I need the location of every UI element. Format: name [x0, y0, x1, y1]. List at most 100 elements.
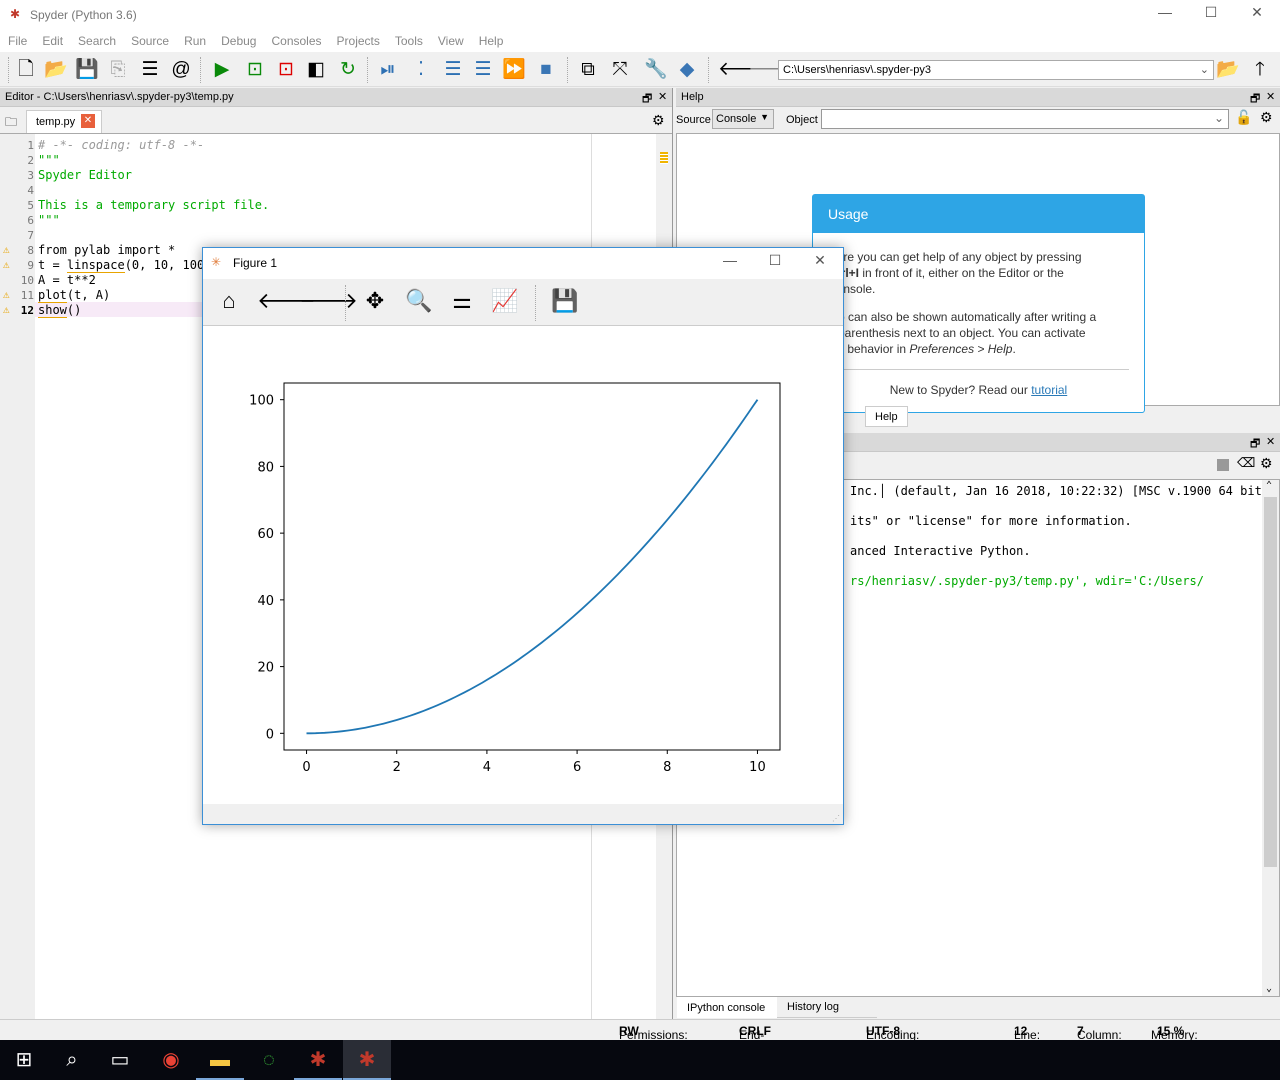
run-selection-icon[interactable]: ◧ — [303, 58, 329, 82]
save-all-icon[interactable]: ⎘ — [105, 58, 131, 82]
close-pane-icon[interactable]: ✕ — [1266, 90, 1275, 103]
eol-status: End-of-lines: CRLF — [739, 1024, 771, 1070]
gear-icon[interactable]: ⚙ — [1260, 455, 1273, 472]
stop-icon[interactable]: ■ — [533, 58, 559, 82]
run-cell-icon[interactable]: ⊡ — [242, 58, 268, 82]
gear-icon[interactable]: ⚙ — [1260, 109, 1273, 126]
menu-search[interactable]: Search — [70, 30, 123, 48]
line-number: 3 — [27, 169, 34, 182]
outline-icon[interactable]: ☰ — [137, 58, 163, 82]
file-explorer-icon[interactable]: ▬ — [196, 1040, 244, 1080]
chrome-icon[interactable]: ◉ — [147, 1040, 195, 1080]
menu-tools[interactable]: Tools — [387, 30, 430, 48]
back-icon[interactable]: 🡐 — [718, 58, 769, 82]
browse-folder-icon[interactable]: 📂 — [1215, 58, 1241, 82]
close-pane-icon[interactable]: ✕ — [658, 90, 667, 103]
close-button[interactable]: ✕ — [1234, 4, 1280, 26]
pan-icon[interactable]: ✥ — [360, 289, 390, 313]
chevron-down-icon[interactable]: ⌄ — [1200, 63, 1209, 76]
run-cell-advance-icon[interactable]: ⊡ — [273, 58, 299, 82]
fullscreen-icon[interactable]: ⤧ — [607, 58, 633, 82]
home-icon[interactable]: ⌂ — [214, 289, 244, 313]
spyder-loading-icon[interactable]: ◌ — [245, 1040, 293, 1080]
console-scrollbar[interactable]: ⌃ ⌄ — [1262, 480, 1279, 996]
forward-icon[interactable]: 🡒 — [748, 58, 799, 82]
permissions-status: Permissions: RW — [619, 1024, 688, 1042]
figure-minimize-button[interactable]: — — [707, 252, 753, 274]
close-tab-icon[interactable]: ✕ — [81, 114, 95, 128]
rerun-icon[interactable]: ↻ — [335, 58, 361, 82]
tab-help[interactable]: Help — [865, 406, 908, 427]
maximize-pane-icon[interactable]: ⧉ — [575, 58, 601, 82]
undock-icon[interactable]: 🗗 — [1250, 90, 1260, 109]
browse-tabs-icon[interactable]: 🗀 — [5, 113, 17, 134]
tutorial-link[interactable]: tutorial — [1031, 383, 1067, 397]
tab-temp-py[interactable]: temp.py ✕ — [26, 110, 102, 133]
menu-file[interactable]: File — [0, 30, 34, 48]
menu-consoles[interactable]: Consoles — [263, 30, 328, 48]
forward-icon[interactable]: 🡒 — [299, 289, 358, 313]
menu-edit[interactable]: Edit — [34, 30, 70, 48]
zoom-icon[interactable]: 🔍 — [404, 289, 434, 313]
menu-projects[interactable]: Projects — [329, 30, 387, 48]
edit-axes-icon[interactable]: 📈 — [490, 289, 520, 313]
warning-icon[interactable]: ⚠ — [3, 258, 10, 271]
parent-folder-icon[interactable]: 🡑 — [1247, 58, 1273, 82]
figure-close-button[interactable]: ✕ — [797, 252, 843, 274]
menu-view[interactable]: View — [430, 30, 471, 48]
new-file-icon[interactable]: 🗋 — [13, 58, 39, 82]
usage-box: Usage Here you can get help of any objec… — [812, 194, 1145, 413]
menu-source[interactable]: Source — [123, 30, 176, 48]
debug-icon[interactable]: ⏯ — [375, 58, 401, 82]
menu-help[interactable]: Help — [471, 30, 511, 48]
spyder-active-icon[interactable]: ✱ — [343, 1040, 391, 1080]
source-select[interactable]: Console ▼ — [712, 109, 774, 129]
step-return-icon[interactable]: ☰ — [470, 58, 496, 82]
run-icon[interactable]: ▶ — [209, 58, 235, 82]
back-icon[interactable]: 🡐 — [257, 289, 316, 313]
undock-icon[interactable]: 🗗 — [1250, 435, 1260, 454]
figure-canvas[interactable]: 0 2 4 6 8 10 0 20 40 60 80 100 — [203, 326, 843, 804]
open-file-icon[interactable]: 📂 — [43, 58, 69, 82]
preferences-icon[interactable]: 🔧 — [643, 58, 669, 82]
stop-kernel-icon[interactable] — [1217, 459, 1229, 471]
taskbar: ⊞ ⌕ ▭ ◉ ▬ ◌ ✱ ✱ — [0, 1040, 1280, 1080]
working-directory-input[interactable]: C:\Users\henriasv\.spyder-py3 ⌄ — [778, 60, 1214, 80]
x-tick-label: 4 — [483, 760, 491, 775]
scroll-up-icon[interactable]: ⌃ — [1266, 480, 1272, 491]
spyder-icon[interactable]: ✱ — [294, 1040, 342, 1080]
warning-icon[interactable]: ⚠ — [3, 303, 10, 316]
object-input[interactable]: ⌄ — [821, 109, 1229, 129]
tab-history-log[interactable]: History log — [777, 997, 877, 1018]
save-icon[interactable]: 💾 — [74, 58, 100, 82]
menu-run[interactable]: Run — [176, 30, 213, 48]
scrollbar-thumb[interactable] — [1264, 497, 1277, 867]
python-path-icon[interactable]: ◆ — [674, 58, 700, 82]
windows-start-icon[interactable]: ⊞ — [0, 1040, 48, 1080]
undock-icon[interactable]: 🗗 — [642, 90, 652, 109]
title-bar: ✱ Spyder (Python 3.6) — ☐ ✕ — [0, 0, 1280, 30]
scroll-down-icon[interactable]: ⌄ — [1266, 983, 1272, 994]
warning-icon[interactable]: ⚠ — [3, 243, 10, 256]
source-label: Source — [676, 114, 711, 126]
step-into-icon[interactable]: ☰ — [440, 58, 466, 82]
maximize-button[interactable]: ☐ — [1188, 4, 1234, 26]
menu-debug[interactable]: Debug — [213, 30, 263, 48]
figure-maximize-button[interactable]: ☐ — [752, 252, 798, 274]
subplots-icon[interactable]: ⚌ — [447, 289, 477, 313]
at-icon[interactable]: @ — [168, 58, 194, 82]
close-pane-icon[interactable]: ✕ — [1266, 435, 1275, 448]
step-icon[interactable]: ⁚ — [408, 58, 434, 82]
search-icon[interactable]: ⌕ — [48, 1040, 96, 1080]
minimize-button[interactable]: — — [1142, 4, 1188, 26]
task-view-icon[interactable]: ▭ — [96, 1040, 144, 1080]
tab-ipython-console[interactable]: IPython console — [677, 997, 777, 1018]
eraser-icon[interactable]: ⌫ — [1237, 455, 1255, 471]
gear-icon[interactable]: ⚙ — [652, 112, 665, 129]
lock-icon[interactable]: 🔓 — [1235, 109, 1252, 126]
resize-grip-icon[interactable]: ⋰ — [832, 814, 840, 823]
continue-icon[interactable]: ⏩ — [501, 58, 527, 82]
line-chart: 0 2 4 6 8 10020406080100 — [249, 382, 781, 775]
save-figure-icon[interactable]: 💾 — [550, 289, 580, 313]
warning-icon[interactable]: ⚠ — [3, 288, 10, 301]
